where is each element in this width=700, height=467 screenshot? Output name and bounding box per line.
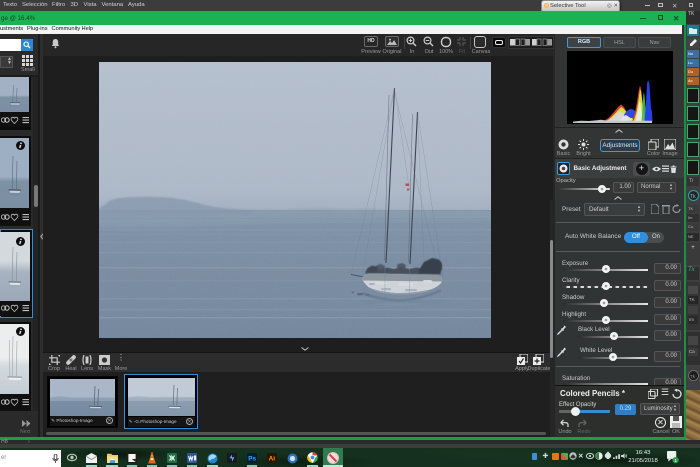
svg-text:Ps: Ps — [248, 456, 256, 463]
svg-text:1: 1 — [674, 458, 677, 463]
svg-text:Tk: Tk — [690, 374, 696, 379]
svg-text:Tk: Tk — [690, 194, 696, 200]
svg-text:Ai: Ai — [269, 456, 276, 463]
